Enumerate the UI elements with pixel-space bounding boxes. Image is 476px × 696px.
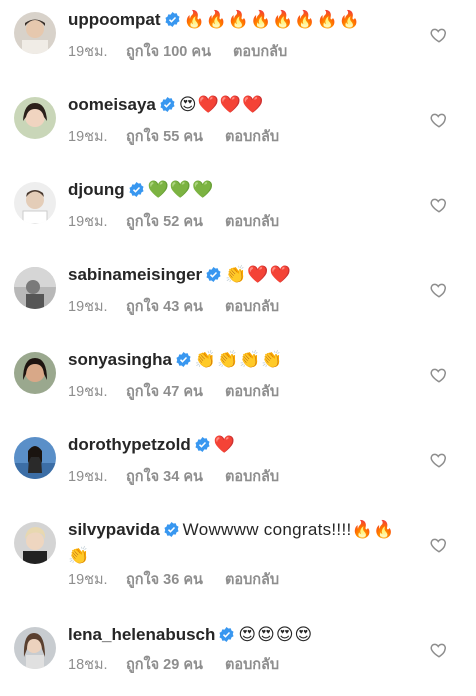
comment-likes-link[interactable]: ถูกใจ 36 คน [126, 570, 203, 590]
comment-timestamp: 19ชม. [68, 214, 108, 230]
comment-timestamp: 19ชม. [68, 129, 108, 145]
like-heart-icon[interactable] [430, 536, 448, 554]
comment-username[interactable]: sonyasingha [68, 350, 172, 369]
comment-text: 👏❤️❤️ [225, 265, 292, 284]
comment-likes-link[interactable]: ถูกใจ 55 คน [126, 127, 203, 147]
reply-button[interactable]: ตอบกลับ [225, 467, 279, 487]
reply-button[interactable]: ตอบกลับ [233, 42, 287, 62]
verified-badge-icon [129, 180, 144, 204]
comment-text: 😍😍😍😍 [238, 625, 314, 644]
reply-button[interactable]: ตอบกลับ [225, 127, 279, 147]
comment-likes-link[interactable]: ถูกใจ 29 คน [126, 655, 203, 675]
avatar[interactable] [14, 352, 56, 394]
comment-text: 💚💚💚 [147, 180, 215, 199]
comment-likes-link[interactable]: ถูกใจ 47 คน [126, 382, 203, 402]
comment-timestamp: 19ชม. [68, 44, 108, 60]
comment-likes-link[interactable]: ถูกใจ 34 คน [126, 467, 203, 487]
verified-badge-icon [176, 350, 191, 374]
comment-username[interactable]: oomeisaya [68, 95, 156, 114]
like-heart-icon[interactable] [430, 366, 448, 384]
verified-badge-icon [165, 10, 180, 34]
comment-timestamp: 18ชม. [68, 657, 108, 673]
avatar[interactable] [14, 12, 56, 54]
verified-badge-icon [219, 625, 234, 649]
comment-username[interactable]: sabinameisinger [68, 265, 202, 284]
verified-badge-icon [195, 435, 210, 459]
comment-text: 👏👏👏👏 [194, 350, 284, 369]
like-heart-icon[interactable] [430, 196, 448, 214]
comment-likes-link[interactable]: ถูกใจ 52 คน [126, 212, 203, 232]
verified-badge-icon [206, 265, 221, 289]
reply-button[interactable]: ตอบกลับ [225, 655, 279, 675]
like-heart-icon[interactable] [430, 26, 448, 44]
comment-text: 😍❤️❤️❤️ [178, 95, 265, 114]
comment-username[interactable]: uppoompat [68, 10, 161, 29]
avatar[interactable] [14, 182, 56, 224]
comment-timestamp: 19ชม. [68, 572, 108, 588]
comment-text: 🔥🔥🔥🔥🔥🔥🔥🔥 [183, 10, 361, 29]
comment-username[interactable]: lena_helenabusch [68, 625, 215, 644]
comment-username[interactable]: dorothypetzold [68, 435, 191, 454]
like-heart-icon[interactable] [430, 451, 448, 469]
comment-likes-link[interactable]: ถูกใจ 43 คน [126, 297, 203, 317]
avatar[interactable] [14, 437, 56, 479]
verified-badge-icon [160, 95, 175, 119]
avatar[interactable] [14, 522, 56, 564]
avatar[interactable] [14, 267, 56, 309]
comment-timestamp: 19ชม. [68, 299, 108, 315]
comment-likes-link[interactable]: ถูกใจ 100 คน [126, 42, 211, 62]
comment-timestamp: 19ชม. [68, 384, 108, 400]
comment-timestamp: 19ชม. [68, 469, 108, 485]
reply-button[interactable]: ตอบกลับ [225, 570, 279, 590]
like-heart-icon[interactable] [430, 641, 448, 659]
avatar[interactable] [14, 627, 56, 669]
comment-text: ❤️ [213, 435, 236, 454]
reply-button[interactable]: ตอบกลับ [225, 297, 279, 317]
verified-badge-icon [164, 520, 179, 544]
reply-button[interactable]: ตอบกลับ [225, 382, 279, 402]
like-heart-icon[interactable] [430, 281, 448, 299]
reply-button[interactable]: ตอบกลับ [225, 212, 279, 232]
avatar[interactable] [14, 97, 56, 139]
comment-username[interactable]: djoung [68, 180, 125, 199]
like-heart-icon[interactable] [430, 111, 448, 129]
comment-username[interactable]: silvypavida [68, 520, 160, 539]
